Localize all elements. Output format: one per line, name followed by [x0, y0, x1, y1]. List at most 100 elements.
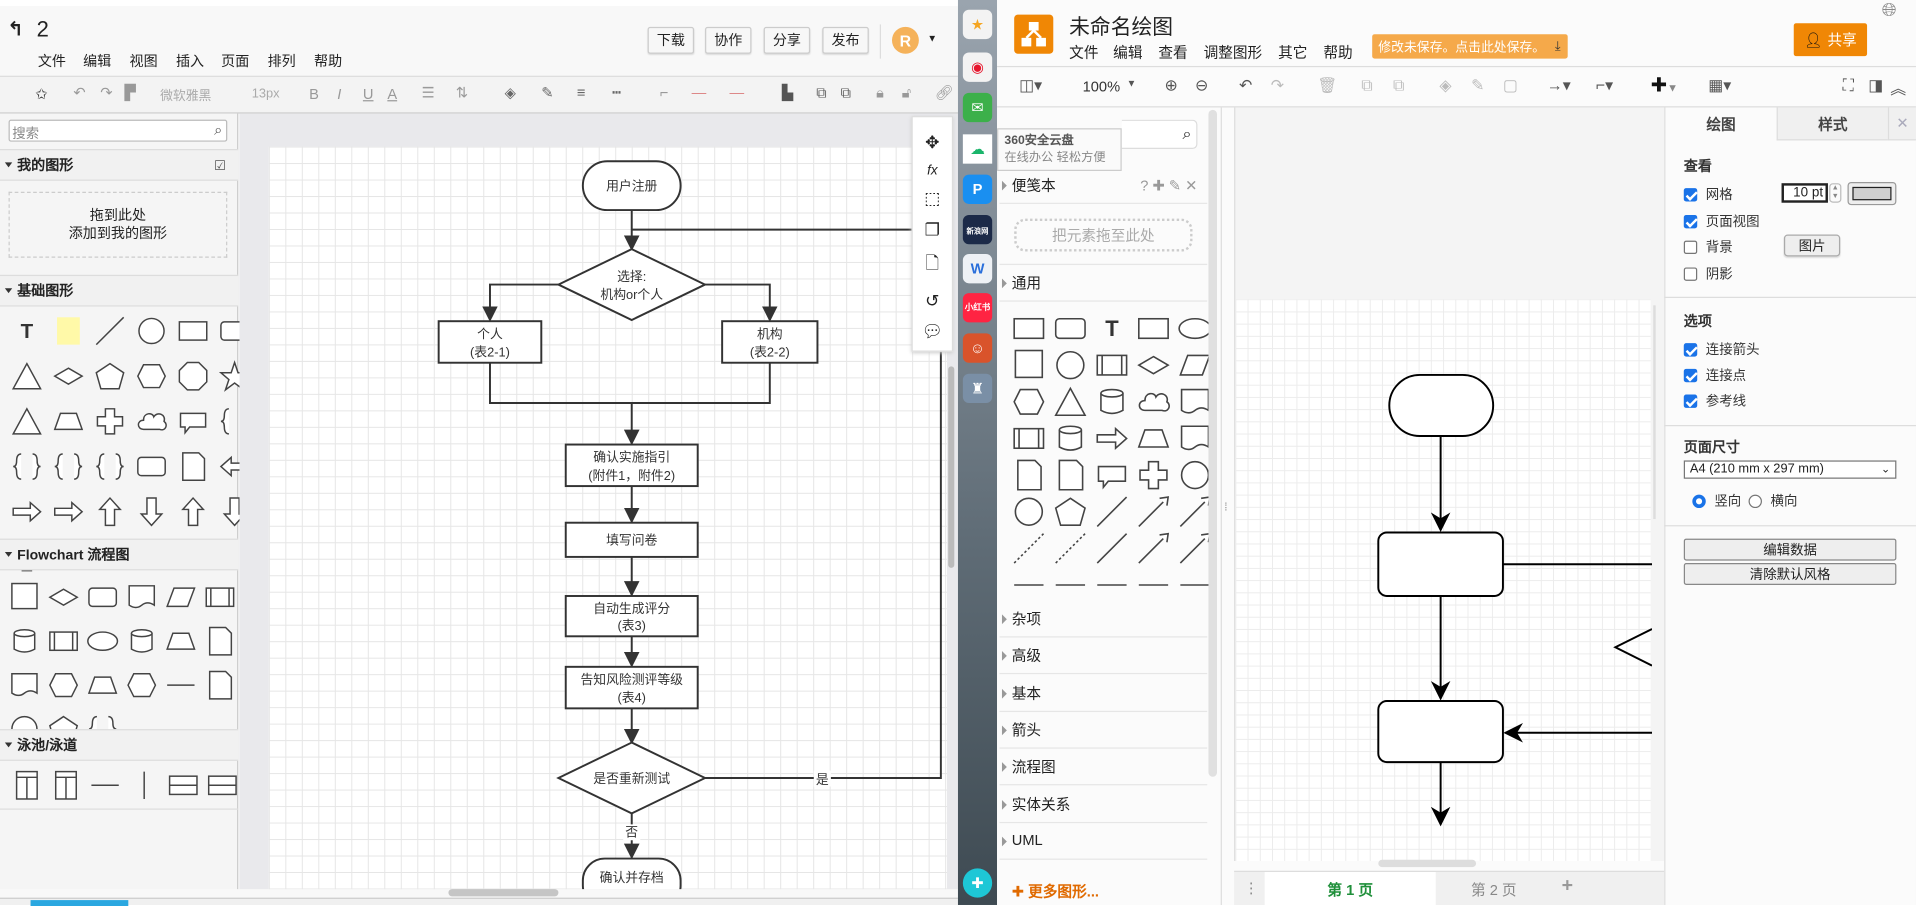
radio-circle[interactable] — [1748, 494, 1762, 508]
xiaohongshu-icon[interactable]: 小红书 — [962, 293, 993, 323]
tab-style[interactable]: 样式 — [1776, 107, 1888, 141]
node-choice[interactable]: 选择: — [617, 269, 646, 284]
fullscreen-icon[interactable]: ⛶ — [1843, 76, 1854, 96]
text-shape[interactable]: T — [1092, 310, 1131, 347]
tab-page-2[interactable]: 第 2 页 — [1436, 872, 1552, 906]
section-2[interactable]: 基本 — [999, 675, 1208, 712]
node-org[interactable]: 机构 — [757, 326, 783, 341]
cyl-shape[interactable] — [1092, 383, 1131, 420]
waypoints-icon[interactable]: ⌐▾ — [1596, 76, 1613, 96]
section-4[interactable]: 流程图 — [999, 749, 1208, 786]
grid-checkbox[interactable]: 网格 — [1683, 184, 1733, 204]
note-shape[interactable] — [1051, 457, 1090, 494]
undo-icon[interactable]: ↶ — [1239, 76, 1252, 96]
pubg-icon[interactable]: ♜ — [962, 373, 993, 404]
proc-shape[interactable] — [1092, 347, 1131, 384]
node-personal[interactable]: 个人 — [477, 326, 503, 341]
lineH-shape[interactable] — [1051, 567, 1090, 604]
line-shape[interactable] — [1092, 530, 1131, 567]
tri-shape[interactable] — [1051, 383, 1090, 420]
menu-help[interactable]: 帮助 — [1323, 42, 1352, 63]
section-1[interactable]: 高级 — [999, 638, 1208, 675]
line-shape[interactable] — [1092, 493, 1131, 530]
section-general[interactable]: 通用 — [999, 265, 1208, 302]
image-button[interactable]: 图片 — [1783, 234, 1841, 257]
circle-shape[interactable] — [1051, 347, 1090, 384]
star-icon[interactable]: ★ — [962, 9, 993, 40]
pdf-icon[interactable]: P — [962, 174, 993, 204]
search-icon[interactable]: ⌕ — [1182, 125, 1191, 145]
vertical-scrollbar[interactable] — [948, 366, 955, 568]
comment-icon[interactable]: 💬︎ — [921, 321, 943, 342]
to-back-icon[interactable]: ⧉ — [1393, 76, 1404, 96]
node-start[interactable]: 用户注册 — [606, 179, 657, 194]
checkbox-box[interactable] — [1683, 239, 1698, 254]
node-risk[interactable]: 告知风险测评等级 — [580, 672, 683, 687]
node-score[interactable]: (表3) — [617, 618, 645, 633]
zoom-select[interactable]: 100% — [1083, 78, 1121, 95]
rect-shape[interactable] — [1134, 310, 1173, 347]
portrait-radio[interactable]: 竖向 — [1692, 491, 1741, 511]
checkbox-box[interactable] — [1683, 368, 1698, 382]
formula-icon[interactable]: fx — [927, 163, 937, 178]
checkbox-box[interactable] — [1683, 187, 1698, 201]
redo-icon[interactable]: ↷ — [1271, 76, 1284, 96]
lineH-shape[interactable] — [1009, 567, 1048, 604]
dline-shape[interactable] — [1051, 530, 1090, 567]
panel-splitter[interactable]: ⁞ — [1224, 501, 1227, 513]
checkbox-box[interactable] — [1683, 266, 1698, 281]
shadow-icon[interactable]: ▢ — [1503, 76, 1518, 96]
radio-circle[interactable] — [1692, 494, 1706, 508]
checkbox-box[interactable] — [1683, 342, 1698, 357]
horizontal-scrollbar[interactable] — [448, 889, 559, 897]
checkbox-box[interactable] — [1683, 393, 1698, 408]
grid-color-button[interactable] — [1847, 181, 1897, 206]
share-button[interactable]: 👤︎ 共享 — [1793, 23, 1868, 57]
node-personal[interactable]: (表2-1) — [470, 345, 510, 360]
node-guide[interactable]: (附件1，附件2) — [588, 468, 675, 483]
trap-shape[interactable] — [1134, 420, 1173, 457]
right-canvas[interactable] — [1234, 107, 1665, 862]
grid-size-input[interactable]: 10 pt — [1781, 183, 1828, 203]
navigator-icon[interactable]: ✥ — [925, 132, 939, 153]
add-page-icon[interactable]: + — [1562, 876, 1573, 898]
connection-arrows-checkbox[interactable]: 连接箭头 — [1683, 340, 1760, 360]
line-color-icon[interactable]: ✎ — [1471, 76, 1484, 96]
menu-file[interactable]: 文件 — [1069, 42, 1098, 63]
page-menu-icon[interactable]: ⋮ — [1244, 879, 1259, 896]
section-0[interactable]: 杂项 — [999, 601, 1208, 638]
lineH-shape[interactable] — [1134, 567, 1173, 604]
tab-page-1[interactable]: 第 1 页 — [1264, 872, 1436, 906]
menu-edit[interactable]: 编辑 — [1113, 42, 1142, 63]
proc-shape[interactable] — [1009, 420, 1048, 457]
globe-icon[interactable]: 🌐︎ — [1882, 0, 1897, 21]
lineH-shape[interactable] — [1092, 567, 1131, 604]
table-icon[interactable]: ▦▾ — [1708, 76, 1731, 96]
guides-checkbox[interactable]: 参考线 — [1683, 391, 1746, 411]
menu-extras[interactable]: 其它 — [1278, 42, 1307, 63]
right-h-scrollbar[interactable] — [1378, 859, 1477, 868]
diagram-title[interactable]: 未命名绘图 — [1069, 10, 1173, 41]
unsaved-save-button[interactable]: 修改未保存。点击此处保存。 ⤓ — [1372, 34, 1568, 59]
collapse-icon[interactable]: ︽ — [1890, 76, 1906, 99]
cloud-icon[interactable]: ☁ — [962, 134, 993, 164]
node-guide[interactable]: 确认实施指引 — [593, 450, 670, 465]
section-6[interactable]: UML — [999, 823, 1208, 860]
grid-size-stepper[interactable]: ▲ ▼ — [1829, 183, 1842, 203]
node-org[interactable]: (表2-2) — [750, 345, 790, 360]
note-shape[interactable] — [1009, 457, 1048, 494]
pent-shape[interactable] — [1051, 493, 1090, 530]
page-size-icon[interactable]: ⬚ — [924, 188, 940, 209]
format-panel-icon[interactable]: ◨ — [1868, 76, 1883, 96]
word-icon[interactable]: W — [962, 254, 993, 284]
section-5[interactable]: 实体关系 — [999, 786, 1208, 823]
menu-arrange[interactable]: 调整图形 — [1204, 42, 1263, 63]
edge-label-no[interactable]: 否 — [625, 825, 638, 840]
layout-icon[interactable]: ◫▾ — [1019, 76, 1042, 96]
blank-page-icon[interactable]: 🗋︎ — [925, 250, 939, 279]
delete-icon[interactable]: 🗑︎ — [1317, 76, 1337, 96]
edge-label-yes[interactable]: 是 — [816, 772, 829, 787]
game-icon[interactable]: ☺ — [962, 333, 993, 363]
paper-size-select[interactable]: A4 (210 mm x 297 mm) ⌄ — [1683, 460, 1897, 479]
node-risk[interactable]: (表4) — [617, 690, 645, 705]
